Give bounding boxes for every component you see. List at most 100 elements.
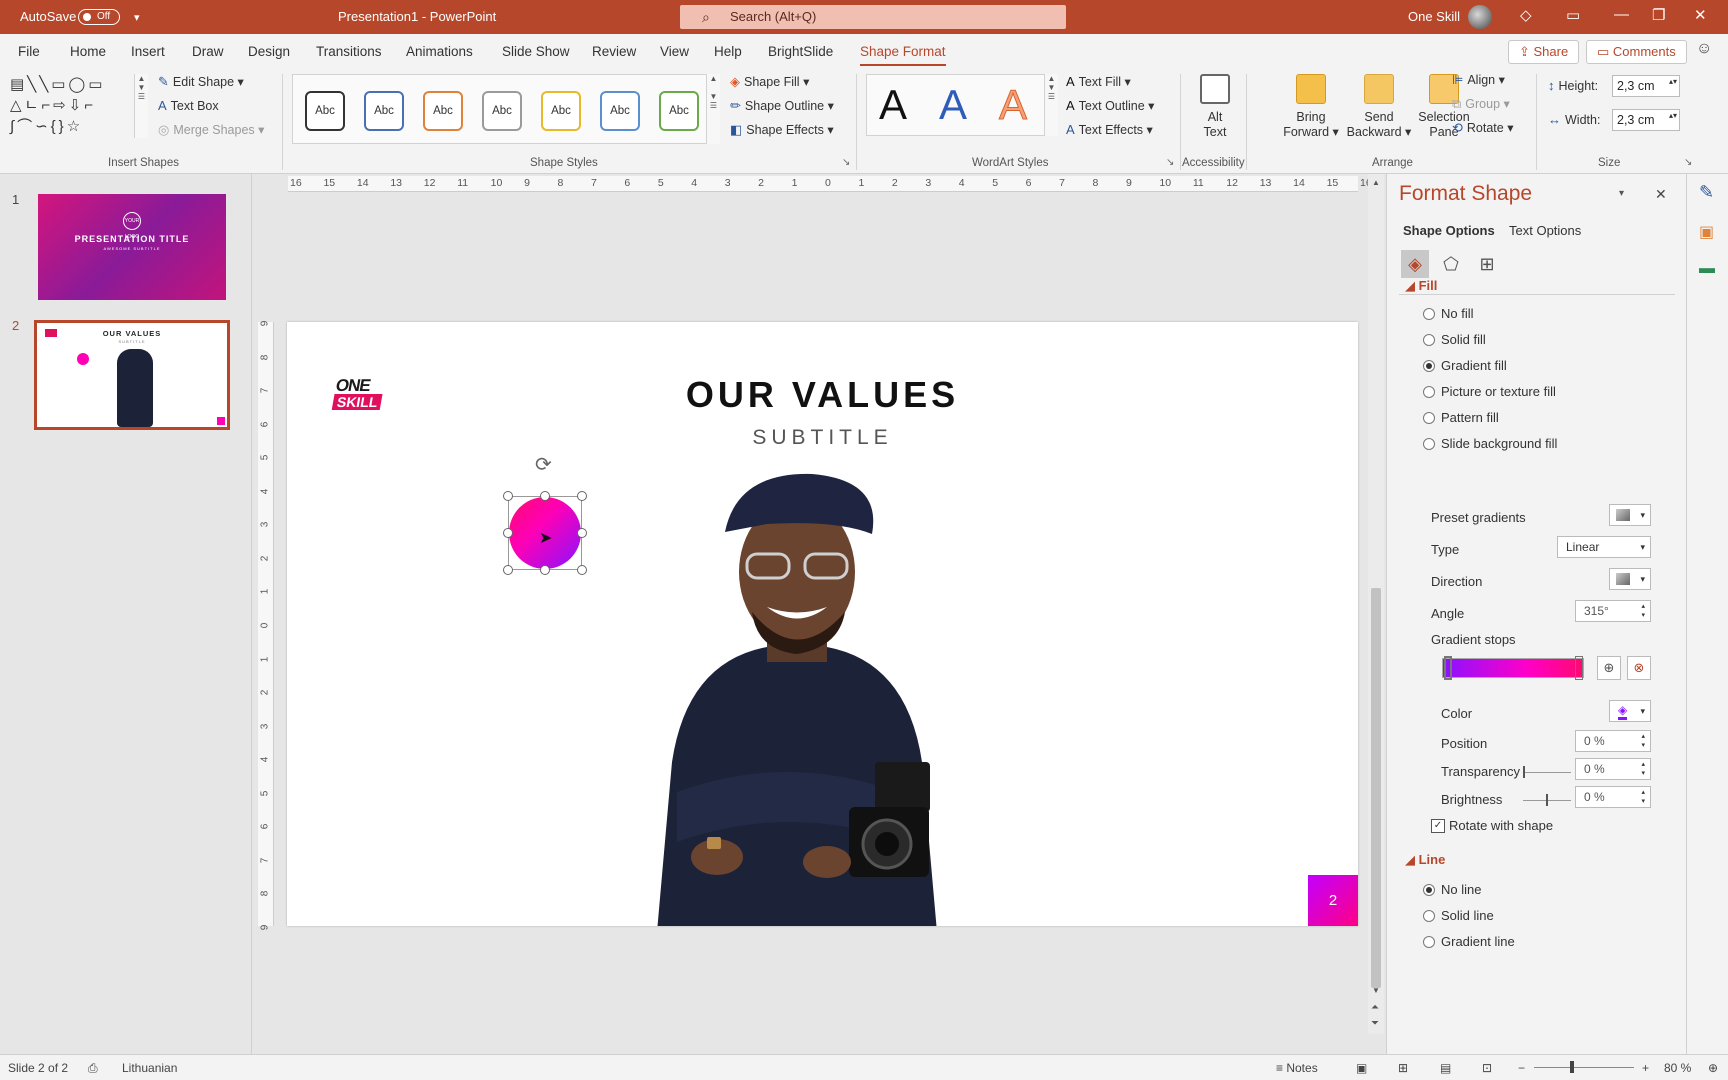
gradient-stops-bar[interactable]: [1442, 656, 1584, 680]
radio-pattern-fill[interactable]: Pattern fill: [1423, 410, 1499, 425]
scrollbar-thumb[interactable]: [1371, 588, 1381, 988]
slide-canvas[interactable]: ONE SKILL OUR VALUES SUBTITLE ⟳ ➤ 2: [287, 322, 1358, 926]
quick-access-dropdown-icon[interactable]: ▾: [134, 11, 140, 24]
close-pane-icon[interactable]: ✕: [1655, 186, 1667, 203]
wordart-sample-blue[interactable]: A: [939, 81, 967, 129]
tab-animations[interactable]: Animations: [406, 44, 473, 59]
restore-icon[interactable]: ❐: [1652, 6, 1665, 24]
notes-button[interactable]: ≡ Notes: [1276, 1061, 1318, 1075]
shape-style-swatch-1[interactable]: Abc: [305, 91, 345, 131]
smiley-feedback-icon[interactable]: ☺: [1696, 40, 1712, 58]
ribbon-display-icon[interactable]: ▭: [1566, 6, 1580, 24]
dialog-launcher-icon[interactable]: ↘: [1166, 157, 1174, 168]
shape-style-swatch-4[interactable]: Abc: [482, 91, 522, 131]
reading-view-icon[interactable]: ▤: [1440, 1061, 1451, 1075]
tab-home[interactable]: Home: [70, 44, 106, 59]
shape-outline-button[interactable]: ✏ Shape Outline ▾: [730, 98, 834, 114]
slideshow-view-icon[interactable]: ⊡: [1482, 1061, 1492, 1075]
slide-thumbnail-1[interactable]: YOUR LOGO PRESENTATION TITLE AWESOME SUB…: [38, 194, 226, 300]
dialog-launcher-icon[interactable]: ↘: [1684, 157, 1692, 168]
tab-draw[interactable]: Draw: [192, 44, 224, 59]
shapes-gallery[interactable]: ▤╲╲▭◯▭ △ㄴ⌐⇨⇩⌐ ∫⌒∽{}☆: [10, 74, 138, 138]
tab-brightslide[interactable]: BrightSlide: [768, 44, 833, 59]
resize-handle-nw[interactable]: [503, 491, 513, 501]
text-outline-button[interactable]: A Text Outline ▾: [1066, 98, 1154, 113]
merge-shapes-button[interactable]: ◎ Merge Shapes ▾: [158, 122, 264, 138]
triangle-shape-icon[interactable]: △ㄴ⌐⇨⇩⌐: [10, 97, 96, 114]
previous-slide-icon[interactable]: ⏶: [1371, 1002, 1379, 1013]
shape-style-swatch-2[interactable]: Abc: [364, 91, 404, 131]
edit-shape-button[interactable]: ✎ Edit Shape ▾: [158, 74, 244, 90]
next-slide-icon[interactable]: ⏷: [1371, 1018, 1379, 1029]
comments-button[interactable]: ▭ Comments: [1586, 40, 1687, 64]
radio-gradient-line[interactable]: Gradient line: [1423, 934, 1515, 949]
radio-picture-texture-fill[interactable]: Picture or texture fill: [1423, 384, 1556, 399]
person-photo[interactable]: [617, 462, 977, 926]
resize-handle-ne[interactable]: [577, 491, 587, 501]
resize-handle-n[interactable]: [540, 491, 550, 501]
resize-handle-se[interactable]: [577, 565, 587, 575]
tab-file[interactable]: File: [18, 44, 40, 59]
rotate-button[interactable]: ⟲ Rotate ▾: [1452, 120, 1514, 136]
tab-design[interactable]: Design: [248, 44, 290, 59]
tab-view[interactable]: View: [660, 44, 689, 59]
shape-styles-scroll[interactable]: ▲ ▼ ☰: [706, 74, 720, 144]
slide-subtitle[interactable]: SUBTITLE: [287, 426, 1358, 450]
text-fill-button[interactable]: A Text Fill ▾: [1066, 74, 1131, 89]
tab-transitions[interactable]: Transitions: [316, 44, 382, 59]
bring-forward-button[interactable]: Bring Forward ▾: [1280, 74, 1342, 140]
slide-title[interactable]: OUR VALUES: [287, 374, 1358, 416]
transparency-slider[interactable]: [1523, 766, 1571, 778]
send-backward-button[interactable]: Send Backward ▾: [1346, 74, 1412, 140]
shape-fill-button[interactable]: ◈ Shape Fill ▾: [730, 74, 809, 90]
radio-gradient-fill[interactable]: Gradient fill: [1423, 358, 1507, 373]
brightness-slider[interactable]: [1523, 794, 1571, 806]
preset-gradients-dropdown[interactable]: ▾: [1609, 504, 1651, 526]
zoom-in-icon[interactable]: +: [1642, 1061, 1649, 1075]
line-section-header[interactable]: ◢ Line: [1405, 852, 1445, 868]
share-button[interactable]: ⇪ Share: [1508, 40, 1580, 64]
height-input[interactable]: 2,3 cm: [1612, 75, 1680, 97]
zoom-slider[interactable]: [1534, 1061, 1634, 1073]
shape-style-swatch-7[interactable]: Abc: [659, 91, 699, 131]
direction-dropdown[interactable]: ▾: [1609, 568, 1651, 590]
brightness-input[interactable]: 0 % ▴ ▾: [1575, 786, 1651, 808]
group-button[interactable]: ⧉ Group ▾: [1452, 96, 1510, 112]
color-picker-dropdown[interactable]: ◈ ▾: [1609, 700, 1651, 722]
type-dropdown[interactable]: Linear ▾: [1557, 536, 1651, 558]
normal-view-icon[interactable]: ▣: [1356, 1061, 1367, 1075]
rotate-with-shape-checkbox[interactable]: Rotate with shape: [1431, 818, 1553, 833]
position-input[interactable]: 0 % ▴ ▾: [1575, 730, 1651, 752]
tab-insert[interactable]: Insert: [131, 44, 165, 59]
fill-section-header[interactable]: ◢ Fill: [1405, 278, 1437, 294]
radio-solid-fill[interactable]: Solid fill: [1423, 332, 1486, 347]
dialog-launcher-icon[interactable]: ↘: [842, 157, 850, 168]
resize-handle-w[interactable]: [503, 528, 513, 538]
resize-handle-s[interactable]: [540, 565, 550, 575]
radio-no-line[interactable]: No line: [1423, 882, 1481, 897]
format-pane-icon[interactable]: ✎: [1699, 182, 1714, 203]
tab-shape-format[interactable]: Shape Format: [860, 44, 946, 67]
autosave-toggle[interactable]: Off: [78, 9, 120, 25]
curve-shape-icon[interactable]: ∫⌒∽{}☆: [10, 118, 83, 135]
wordart-sample-black[interactable]: A: [879, 81, 907, 129]
zoom-level[interactable]: 80 %: [1664, 1061, 1691, 1075]
search-box[interactable]: ⌕ Search (Alt+Q): [680, 5, 1066, 29]
radio-no-fill[interactable]: No fill: [1423, 306, 1474, 321]
slide-thumbnail-2[interactable]: OUR VALUES SUBTITLE: [34, 320, 230, 430]
wordart-scroll[interactable]: ▲ ▼ ☰: [1044, 74, 1058, 136]
wordart-sample-orange[interactable]: A: [998, 81, 1027, 129]
transparency-slider-thumb[interactable]: [1523, 766, 1525, 778]
zoom-slider-thumb[interactable]: [1570, 1061, 1574, 1073]
angle-input[interactable]: 315° ▴ ▾: [1575, 600, 1651, 622]
shape-style-swatch-3[interactable]: Abc: [423, 91, 463, 131]
alt-text-button[interactable]: Alt Text: [1196, 74, 1234, 140]
align-button[interactable]: ⊫ Align ▾: [1452, 72, 1505, 88]
size-properties-icon[interactable]: ⊞: [1473, 250, 1501, 278]
pane-options-chevron-icon[interactable]: ▾: [1619, 188, 1624, 199]
gradient-stop-end[interactable]: [1575, 656, 1583, 680]
effects-pentagon-icon[interactable]: ⬠: [1437, 250, 1465, 278]
width-input[interactable]: 2,3 cm: [1612, 109, 1680, 131]
add-gradient-stop-icon[interactable]: ⊕: [1597, 656, 1621, 680]
accessibility-check-icon[interactable]: ⎙: [88, 1061, 98, 1076]
